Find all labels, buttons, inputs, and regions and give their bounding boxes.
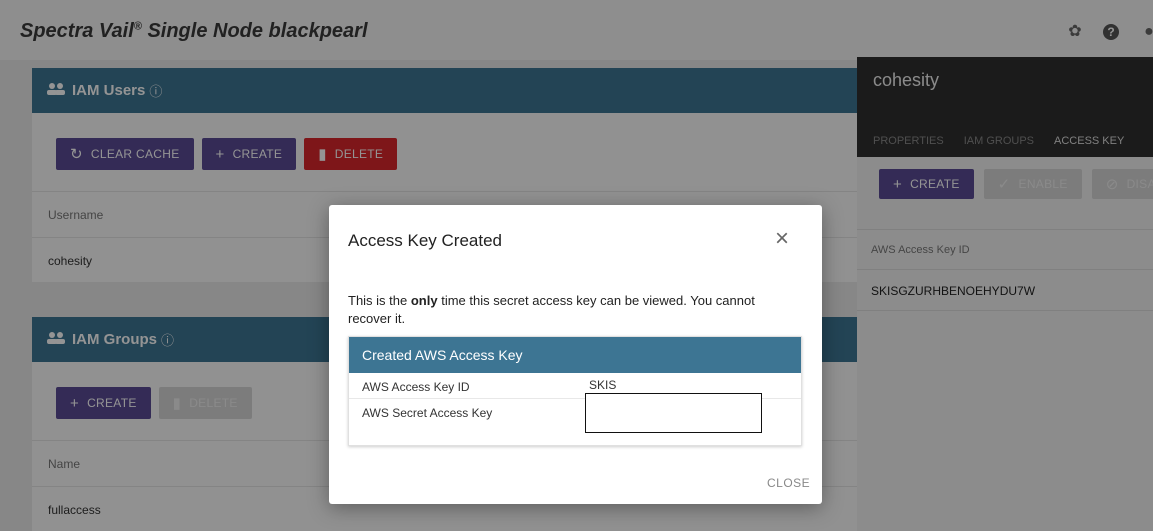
dialog-message: This is the only time this secret access… — [348, 292, 788, 328]
dialog-message-start: This is the — [348, 293, 411, 308]
dialog-message-emphasis: only — [410, 293, 438, 308]
dialog-title: Access Key Created — [348, 231, 503, 250]
created-key-card: Created AWS Access Key AWS Access Key ID… — [348, 336, 802, 446]
close-icon[interactable]: × — [775, 227, 789, 251]
access-key-created-dialog: Access Key Created × This is the only ti… — [329, 205, 822, 504]
redaction-box — [585, 393, 762, 433]
key-id-label: AWS Access Key ID — [362, 380, 470, 394]
created-key-card-title: Created AWS Access Key — [349, 337, 801, 373]
close-button[interactable]: CLOSE — [767, 476, 810, 490]
key-id-value[interactable]: SKIS — [589, 378, 616, 392]
secret-key-label: AWS Secret Access Key — [362, 406, 493, 420]
